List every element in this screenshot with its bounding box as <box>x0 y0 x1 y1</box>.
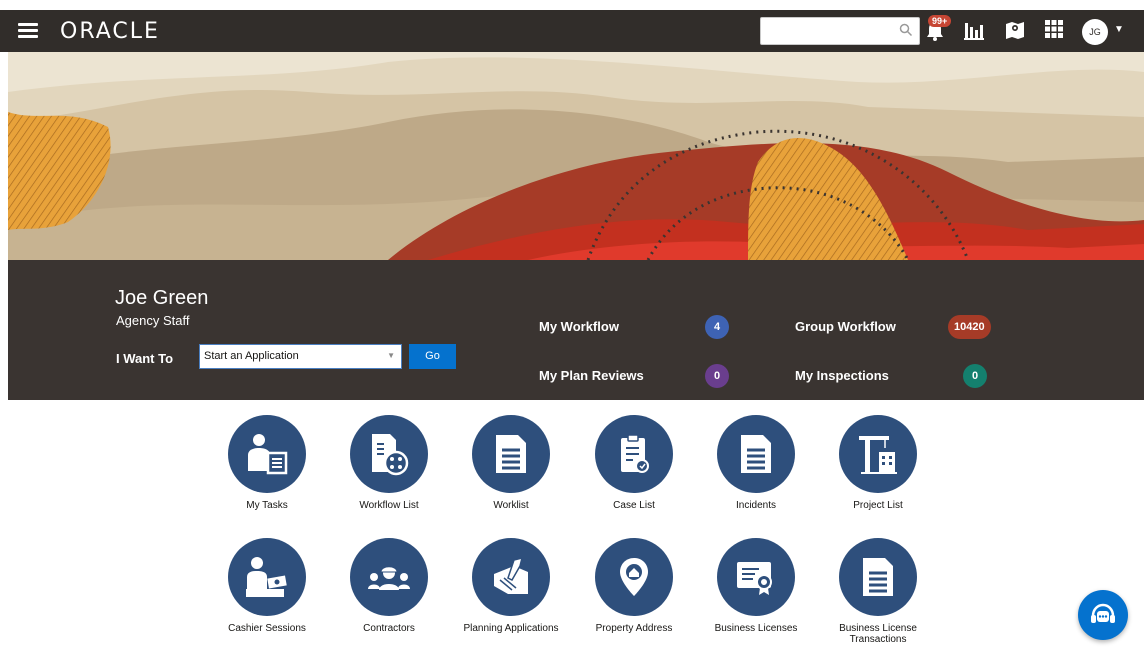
oracle-logo[interactable]: ORACLE <box>60 19 160 44</box>
menu-icon[interactable] <box>18 23 38 39</box>
tile-label: Business Licenses <box>714 623 798 634</box>
i-want-to-label: I Want To <box>116 351 174 366</box>
tile-case-list[interactable]: Case List <box>579 415 689 511</box>
my-inspections-count[interactable]: 0 <box>963 364 987 388</box>
clipboard-icon <box>595 415 673 493</box>
tile-label: Incidents <box>735 500 777 511</box>
profile-panel: Joe Green Agency Staff I Want To Start a… <box>8 260 1144 400</box>
support-chat-button[interactable] <box>1078 590 1128 640</box>
workflow-icon <box>350 415 428 493</box>
tile-business-licenses[interactable]: Business Licenses <box>701 538 811 634</box>
contractors-icon <box>350 538 428 616</box>
tile-label: Contractors <box>363 623 415 634</box>
tile-label: Project List <box>853 500 903 511</box>
headset-icon <box>1091 603 1115 623</box>
blueprint-icon <box>472 538 550 616</box>
tile-worklist[interactable]: Worklist <box>456 415 566 511</box>
tile-label: Case List <box>613 500 655 511</box>
tile-label: Worklist <box>493 500 529 511</box>
document-icon <box>839 538 917 616</box>
group-workflow-count[interactable]: 10420 <box>948 315 991 339</box>
tile-label: Workflow List <box>359 500 419 511</box>
my-workflow-link[interactable]: My Workflow <box>539 319 619 334</box>
tasks-icon <box>228 415 306 493</box>
analytics-chart-icon[interactable] <box>964 20 984 40</box>
top-bar: ORACLE 99+ JG ▼ <box>0 10 1144 52</box>
document-icon <box>717 415 795 493</box>
tile-project-list[interactable]: Project List <box>823 415 933 511</box>
chevron-down-icon[interactable]: ▼ <box>387 351 395 360</box>
cashier-icon <box>228 538 306 616</box>
tile-my-tasks[interactable]: My Tasks <box>212 415 322 511</box>
crane-icon <box>839 415 917 493</box>
document-icon <box>472 415 550 493</box>
search-box[interactable] <box>760 17 920 45</box>
tile-label: Property Address <box>595 623 673 634</box>
search-icon[interactable] <box>899 23 913 37</box>
notification-badge: 99+ <box>928 15 952 27</box>
map-icon[interactable] <box>1005 20 1025 40</box>
location-pin-icon <box>595 538 673 616</box>
user-name: Joe Green <box>115 287 209 309</box>
banner-illustration <box>8 52 1144 260</box>
tile-contractors[interactable]: Contractors <box>334 538 444 634</box>
my-workflow-count[interactable]: 4 <box>705 315 729 339</box>
user-avatar[interactable]: JG <box>1082 19 1108 45</box>
group-workflow-link[interactable]: Group Workflow <box>795 319 896 334</box>
my-plan-reviews-count[interactable]: 0 <box>705 364 729 388</box>
my-inspections-link[interactable]: My Inspections <box>795 368 889 383</box>
tile-label: My Tasks <box>246 500 288 511</box>
tile-incidents[interactable]: Incidents <box>701 415 811 511</box>
action-select-value: Start an Application <box>204 350 299 362</box>
tile-business-license-transactions[interactable]: Business License Transactions <box>823 538 933 645</box>
tile-label: Planning Applications <box>463 623 559 634</box>
action-select[interactable]: Start an Application ▼ <box>199 344 402 369</box>
chevron-down-icon[interactable]: ▼ <box>1114 24 1124 35</box>
tile-cashier-sessions[interactable]: Cashier Sessions <box>212 538 322 634</box>
search-input[interactable] <box>761 18 891 44</box>
go-button[interactable]: Go <box>409 344 456 369</box>
tile-workflow-list[interactable]: Workflow List <box>334 415 444 511</box>
my-plan-reviews-link[interactable]: My Plan Reviews <box>539 368 644 383</box>
user-role: Agency Staff <box>116 313 190 328</box>
app-grid-icon[interactable] <box>1045 20 1063 38</box>
tile-label: Cashier Sessions <box>228 623 306 634</box>
tile-planning-applications[interactable]: Planning Applications <box>456 538 566 634</box>
tile-property-address[interactable]: Property Address <box>579 538 689 634</box>
hero-banner <box>8 52 1144 260</box>
certificate-icon <box>717 538 795 616</box>
tile-label: Business License Transactions <box>839 623 917 645</box>
